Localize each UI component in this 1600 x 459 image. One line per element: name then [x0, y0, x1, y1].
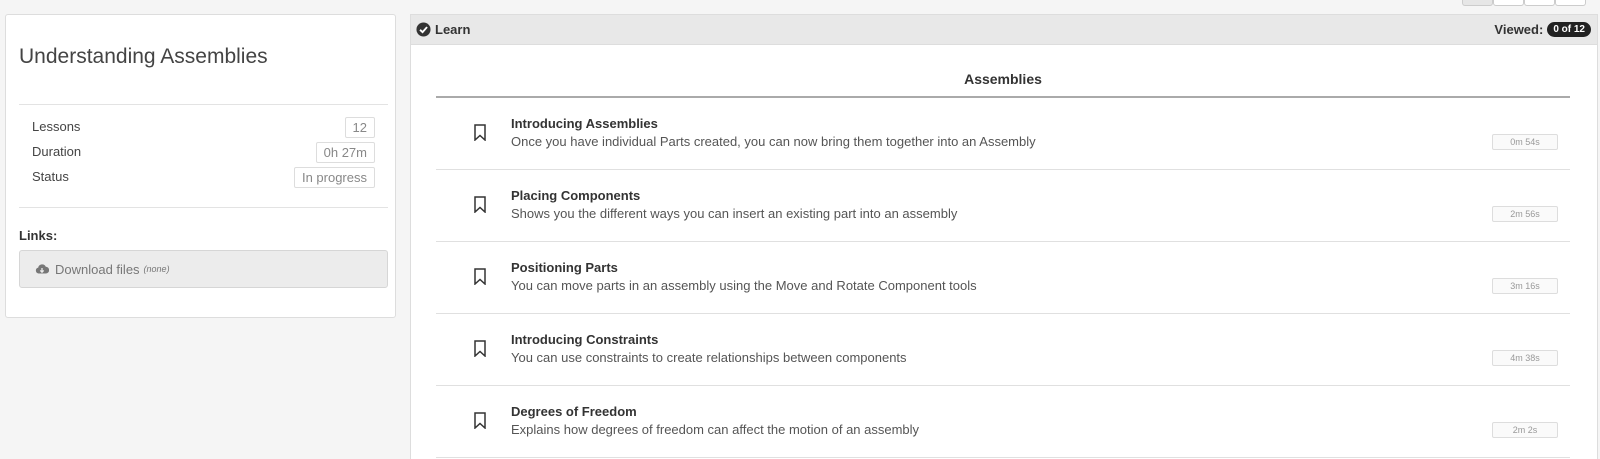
top-tab-1[interactable] [1462, 0, 1493, 6]
lesson-item[interactable]: Introducing Constraints You can use cons… [436, 314, 1570, 386]
meta-label: Duration [32, 144, 82, 159]
lesson-title[interactable]: Introducing Assemblies [511, 116, 658, 131]
viewed-label: Viewed: [1494, 22, 1544, 37]
status-badge: In progress [293, 167, 375, 188]
learn-heading: Learn [416, 22, 470, 37]
lesson-item[interactable]: Introducing Assemblies Once you have ind… [436, 98, 1570, 170]
lesson-description: You can use constraints to create relati… [511, 350, 907, 365]
panel-header: Learn Viewed: 0 of 12 [411, 15, 1597, 45]
divider [19, 207, 388, 208]
lesson-item[interactable]: Positioning Parts You can move parts in … [436, 242, 1570, 314]
viewed-count-badge: 0 of 12 [1547, 22, 1591, 37]
lessons-panel: Learn Viewed: 0 of 12 Assemblies Introdu… [410, 14, 1598, 459]
lesson-title[interactable]: Placing Components [511, 188, 640, 203]
cloud-download-icon [35, 264, 49, 274]
download-note: (none) [143, 264, 170, 274]
lesson-duration: 3m 16s [1492, 278, 1558, 294]
links-label: Links: [19, 228, 58, 243]
duration-badge: 0h 27m [315, 142, 375, 163]
top-tab-3[interactable] [1524, 0, 1555, 6]
section-title: Assemblies [964, 71, 1042, 87]
lesson-description: Explains how degrees of freedom can affe… [511, 422, 920, 437]
lesson-title[interactable]: Degrees of Freedom [511, 404, 637, 419]
lesson-description: Once you have individual Parts created, … [511, 134, 1036, 149]
lesson-description: You can move parts in an assembly using … [511, 278, 977, 293]
download-label: Download files [55, 261, 140, 277]
top-tab-2[interactable] [1493, 0, 1524, 6]
meta-row-lessons: Lessons 12 [32, 117, 375, 139]
bookmark-icon[interactable] [474, 196, 486, 213]
course-title: Understanding Assemblies [19, 45, 268, 68]
meta-row-duration: Duration 0h 27m [32, 142, 375, 164]
bookmark-icon[interactable] [474, 124, 486, 141]
top-tab-4[interactable] [1555, 0, 1586, 6]
lesson-description: Shows you the different ways you can ins… [511, 206, 958, 221]
bookmark-icon[interactable] [474, 268, 486, 285]
bookmark-icon[interactable] [474, 412, 486, 429]
lesson-duration: 4m 38s [1492, 350, 1558, 366]
meta-label: Status [32, 169, 69, 184]
download-files-button[interactable]: Download files (none) [19, 250, 388, 288]
divider [19, 104, 388, 105]
meta-row-status: Status In progress [32, 167, 375, 189]
meta-label: Lessons [32, 119, 81, 134]
lessons-count-badge: 12 [344, 117, 375, 138]
top-tabs [1462, 0, 1586, 6]
check-circle-icon [416, 22, 431, 37]
bookmark-icon[interactable] [474, 340, 486, 357]
lesson-item[interactable]: Placing Components Shows you the differe… [436, 170, 1570, 242]
lesson-title[interactable]: Positioning Parts [511, 260, 618, 275]
lesson-duration: 0m 54s [1492, 134, 1558, 150]
lesson-duration: 2m 2s [1492, 422, 1558, 438]
learn-title: Learn [435, 22, 471, 37]
lesson-item[interactable]: Degrees of Freedom Explains how degrees … [436, 386, 1570, 458]
lesson-title[interactable]: Introducing Constraints [511, 332, 658, 347]
viewed-progress: Viewed: 0 of 12 [1494, 22, 1591, 37]
course-info-panel: Understanding Assemblies Lessons 12 Dura… [5, 14, 396, 318]
lesson-duration: 2m 56s [1492, 206, 1558, 222]
